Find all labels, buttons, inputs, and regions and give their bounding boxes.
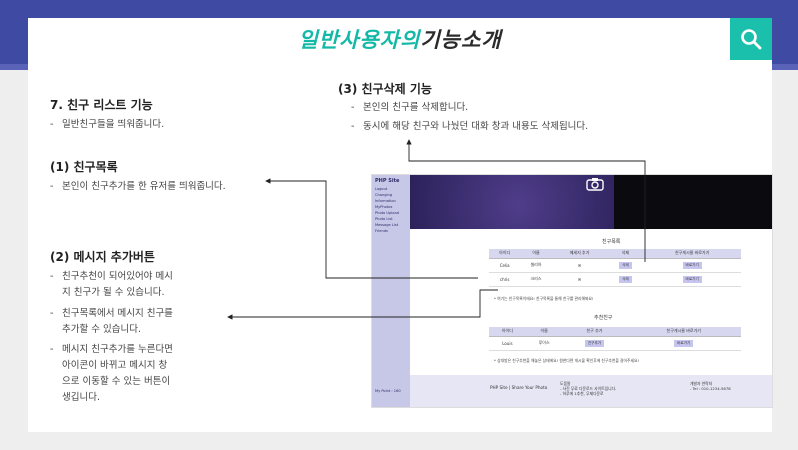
recommend-header-cell: 아이디 (489, 327, 526, 337)
item3-bullet-2: - 동시에 해당 친구와 나눴던 대화 창과 내용도 삭제됩니다. (351, 121, 589, 132)
friend-id: Celia (489, 258, 521, 273)
recommend-header-cell: 친구게시물 바로가기 (626, 327, 741, 337)
recommend-header-cell: 이름 (525, 327, 563, 337)
message-add-icon[interactable]: ✉ (578, 277, 581, 282)
item2-title: (2) 메시지 추가버튼 (50, 250, 155, 264)
message-add-icon[interactable]: ✉ (578, 263, 581, 268)
goto-button[interactable]: 바로가기 (682, 261, 702, 269)
item1-title: (1) 친구목록 (50, 160, 118, 174)
footer-help: 도움말 - 사진 무료 다운로드 사이트입니다. - 하루에 1추천, 무제다운… (560, 381, 617, 396)
recommend-name: 루이스 (525, 336, 563, 351)
footer-main: PHP Site | Share Your Photo (490, 385, 548, 390)
table-row: Louis 루이스 친구추가 바로가기 (489, 336, 741, 351)
screenshot-point: My Point : 160 (375, 389, 401, 393)
screenshot-footer: PHP Site | Share Your Photo 도움말 - 사진 무료 … (410, 375, 772, 407)
recommend-table: 아이디 이름 친구 추가 친구게시물 바로가기 Louis 루이스 친구추가 바… (489, 327, 741, 351)
embedded-screenshot: PHP Site Logout Changing Information MyP… (371, 174, 773, 408)
add-friend-button[interactable]: 친구추가 (584, 339, 605, 347)
table-row: chris 크리스 ✉ 삭제 바로가기 (489, 272, 741, 287)
screenshot-menu: Logout Changing Information MyPhotos Pho… (372, 186, 410, 234)
goto-button[interactable]: 바로가기 (674, 339, 694, 347)
item3-title: (3) 친구삭제 기능 (338, 82, 432, 96)
item2-bullet-2: - 친구목록에서 메시지 친구를 추가할 수 있습니다. (50, 308, 173, 335)
goto-button[interactable]: 바로가기 (682, 275, 702, 283)
header-bar: 일반사용자의기능소개 (28, 18, 772, 60)
camera-icon (586, 178, 604, 191)
friends-header-cell: 이름 (520, 249, 552, 259)
page-title: 일반사용자의기능소개 (28, 24, 772, 54)
friends-header-cell: 친구게시물 바로가기 (643, 249, 741, 259)
friends-header-cell: 메세지 추가 (551, 249, 608, 259)
friend-id: chris (489, 272, 521, 287)
friends-note: * 여기는 친구목록이에요! 친구목록을 통해 친구를 관리해봐요! (494, 296, 594, 301)
search-icon (741, 29, 762, 50)
friends-list-title: 친구목록 (602, 239, 621, 245)
section7-desc: - 일반친구들을 띄워줍니다. (50, 119, 165, 130)
footer-contact: 개발자 연락처 - Tel : 010-1234-5678 (690, 381, 731, 391)
delete-button[interactable]: 삭제 (619, 261, 632, 269)
banner-dark-panel (614, 175, 772, 229)
friend-name: 셀리아 (520, 258, 552, 273)
screenshot-sidebar: PHP Site Logout Changing Information MyP… (372, 175, 410, 407)
friends-table: 아이디 이름 메세지 추가 삭제 친구게시물 바로가기 Celia 셀리아 ✉ … (489, 249, 741, 287)
recommend-title: 추천친구 (594, 315, 613, 321)
section7-title: 7. 친구 리스트 기능 (50, 98, 153, 112)
item3-bullet-1: - 본인의 친구를 삭제합니다. (351, 102, 469, 113)
item2-bullet-3: - 메시지 친구추가를 누른다면 아이콘이 바뀌고 메시지 창 으로 이동할 수 … (50, 344, 173, 403)
screenshot-site-name: PHP Site (375, 178, 400, 184)
recommend-note: * 상대방은 친구추천을 해놓은 상태에요! 원한다면 게시물 확인후에 친구추… (494, 358, 640, 363)
page-title-accent: 일반사용자의 (298, 28, 421, 52)
recommend-header-cell: 친구 추가 (562, 327, 627, 337)
screenshot-menu-item[interactable]: Friends (372, 228, 410, 234)
friends-header-cell: 아이디 (489, 249, 521, 259)
table-row: Celia 셀리아 ✉ 삭제 바로가기 (489, 258, 741, 273)
page-title-rest: 기능소개 (420, 28, 502, 52)
search-button[interactable] (730, 18, 772, 60)
item2-bullet-1: - 친구추천이 되어있어야 메시 지 친구가 될 수 있습니다. (50, 271, 173, 298)
delete-button[interactable]: 삭제 (619, 275, 632, 283)
recommend-id: Louis (489, 336, 526, 351)
friend-name: 크리스 (520, 272, 552, 287)
screenshot-banner (410, 175, 772, 229)
friends-header-cell: 삭제 (607, 249, 644, 259)
item1-desc: - 본인이 친구추가를 한 유저를 띄워줍니다. (50, 181, 226, 192)
